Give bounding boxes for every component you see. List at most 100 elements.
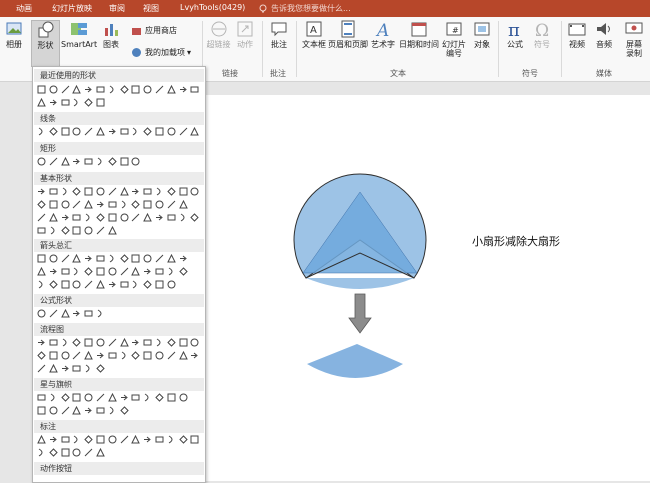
tab-slideshow[interactable]: 幻灯片放映: [52, 3, 92, 14]
equation-button[interactable]: π 公式: [503, 20, 527, 49]
shape-option-icon[interactable]: [178, 351, 188, 360]
shape-option-icon[interactable]: [72, 351, 81, 360]
shape-option-icon[interactable]: [167, 351, 176, 360]
shape-option-icon[interactable]: [166, 85, 176, 94]
shape-option-icon[interactable]: [143, 213, 152, 222]
shape-option-icon[interactable]: [37, 267, 46, 276]
shape-option-icon[interactable]: [96, 351, 105, 360]
shape-option-icon[interactable]: [37, 187, 46, 196]
shape-option-icon[interactable]: [108, 187, 117, 196]
shape-option-icon[interactable]: [72, 254, 82, 263]
shape-option-icon[interactable]: [190, 213, 200, 222]
shape-option-icon[interactable]: [72, 267, 81, 276]
shape-option-icon[interactable]: [107, 226, 117, 235]
shape-option-icon[interactable]: [49, 448, 58, 457]
shape-option-icon[interactable]: [37, 127, 46, 136]
shape-option-icon[interactable]: [49, 393, 58, 402]
shape-option-icon[interactable]: [61, 127, 70, 136]
shape-option-icon[interactable]: [131, 393, 140, 402]
shape-option-icon[interactable]: [108, 127, 117, 136]
shape-option-icon[interactable]: [61, 435, 70, 444]
shape-option-icon[interactable]: [96, 127, 105, 136]
shape-option-icon[interactable]: [49, 226, 58, 235]
video-button[interactable]: 视频: [566, 20, 588, 49]
shape-option-icon[interactable]: [49, 127, 58, 136]
slide-caption[interactable]: 小扇形减除大扇形: [472, 233, 560, 249]
shape-option-icon[interactable]: [84, 364, 93, 373]
shape-option-icon[interactable]: [37, 98, 46, 107]
shape-option-icon[interactable]: [72, 213, 81, 222]
shape-option-icon[interactable]: [143, 200, 152, 209]
shape-option-icon[interactable]: [119, 254, 129, 263]
shape-option-icon[interactable]: [84, 200, 93, 209]
shape-option-icon[interactable]: [49, 200, 58, 209]
shapes-button[interactable]: 形状: [31, 20, 60, 67]
shape-option-icon[interactable]: [37, 406, 46, 415]
datetime-button[interactable]: 日期和时间: [398, 20, 440, 49]
my-addins-button[interactable]: 我的加载项 ▾: [131, 47, 203, 58]
tab-review[interactable]: 审阅: [109, 3, 125, 14]
shape-option-icon[interactable]: [96, 85, 105, 94]
shape-option-icon[interactable]: [131, 213, 140, 222]
shape-option-icon[interactable]: [96, 435, 105, 444]
shape-option-icon[interactable]: [178, 435, 188, 444]
shape-option-icon[interactable]: [96, 98, 105, 107]
shape-option-icon[interactable]: [60, 157, 70, 166]
shape-option-icon[interactable]: [49, 309, 58, 318]
shape-option-icon[interactable]: [131, 351, 141, 360]
shape-option-icon[interactable]: [60, 393, 70, 402]
shape-option-icon[interactable]: [84, 267, 93, 276]
shape-option-icon[interactable]: [143, 351, 152, 360]
shape-option-icon[interactable]: [61, 213, 70, 222]
shape-option-icon[interactable]: [155, 280, 164, 289]
shape-option-icon[interactable]: [72, 406, 82, 415]
shape-option-icon[interactable]: [37, 280, 46, 289]
symbol-button[interactable]: Ω 符号: [531, 20, 553, 49]
shape-option-icon[interactable]: [131, 435, 141, 444]
shape-option-icon[interactable]: [131, 254, 140, 263]
shape-option-icon[interactable]: [49, 98, 58, 107]
shape-option-icon[interactable]: [72, 364, 81, 373]
shape-option-icon[interactable]: [131, 280, 140, 289]
shape-option-icon[interactable]: [49, 435, 58, 444]
shape-option-icon[interactable]: [60, 226, 70, 235]
shape-option-icon[interactable]: [108, 280, 117, 289]
shape-option-icon[interactable]: [84, 406, 93, 415]
shape-option-icon[interactable]: [190, 351, 199, 360]
shape-option-icon[interactable]: [61, 280, 70, 289]
tell-me-box[interactable]: 告诉我您想要做什么...: [258, 2, 351, 15]
shape-option-icon[interactable]: [120, 435, 129, 444]
shape-option-icon[interactable]: [96, 254, 105, 263]
shape-option-icon[interactable]: [37, 338, 46, 347]
shape-option-icon[interactable]: [84, 393, 93, 402]
shape-option-icon[interactable]: [61, 254, 70, 263]
shape-option-icon[interactable]: [190, 338, 199, 347]
shape-option-icon[interactable]: [72, 226, 81, 235]
shape-option-icon[interactable]: [108, 267, 117, 276]
shape-option-icon[interactable]: [96, 226, 105, 235]
shape-option-icon[interactable]: [120, 393, 129, 402]
shape-option-icon[interactable]: [120, 157, 129, 166]
shape-option-icon[interactable]: [49, 85, 58, 94]
header-footer-button[interactable]: 页眉和页脚: [328, 20, 368, 49]
shape-option-icon[interactable]: [167, 200, 176, 209]
shape-option-icon[interactable]: [49, 267, 58, 276]
shape-option-icon[interactable]: [61, 187, 70, 196]
shape-option-icon[interactable]: [84, 351, 93, 360]
shape-option-icon[interactable]: [84, 309, 93, 318]
shape-option-icon[interactable]: [190, 127, 200, 136]
shape-option-icon[interactable]: [61, 98, 70, 107]
shape-option-icon[interactable]: [49, 351, 58, 360]
shape-option-icon[interactable]: [131, 267, 141, 276]
shape-option-icon[interactable]: [37, 309, 46, 318]
shape-option-icon[interactable]: [49, 254, 58, 263]
shape-option-icon[interactable]: [167, 435, 176, 444]
shape-option-icon[interactable]: [108, 85, 117, 94]
shape-option-icon[interactable]: [179, 213, 188, 222]
shape-option-icon[interactable]: [49, 406, 58, 415]
shape-option-icon[interactable]: [84, 226, 93, 235]
shape-option-icon[interactable]: [178, 267, 188, 276]
shape-option-icon[interactable]: [37, 200, 46, 209]
shape-option-icon[interactable]: [96, 280, 105, 289]
shape-option-icon[interactable]: [143, 280, 152, 289]
